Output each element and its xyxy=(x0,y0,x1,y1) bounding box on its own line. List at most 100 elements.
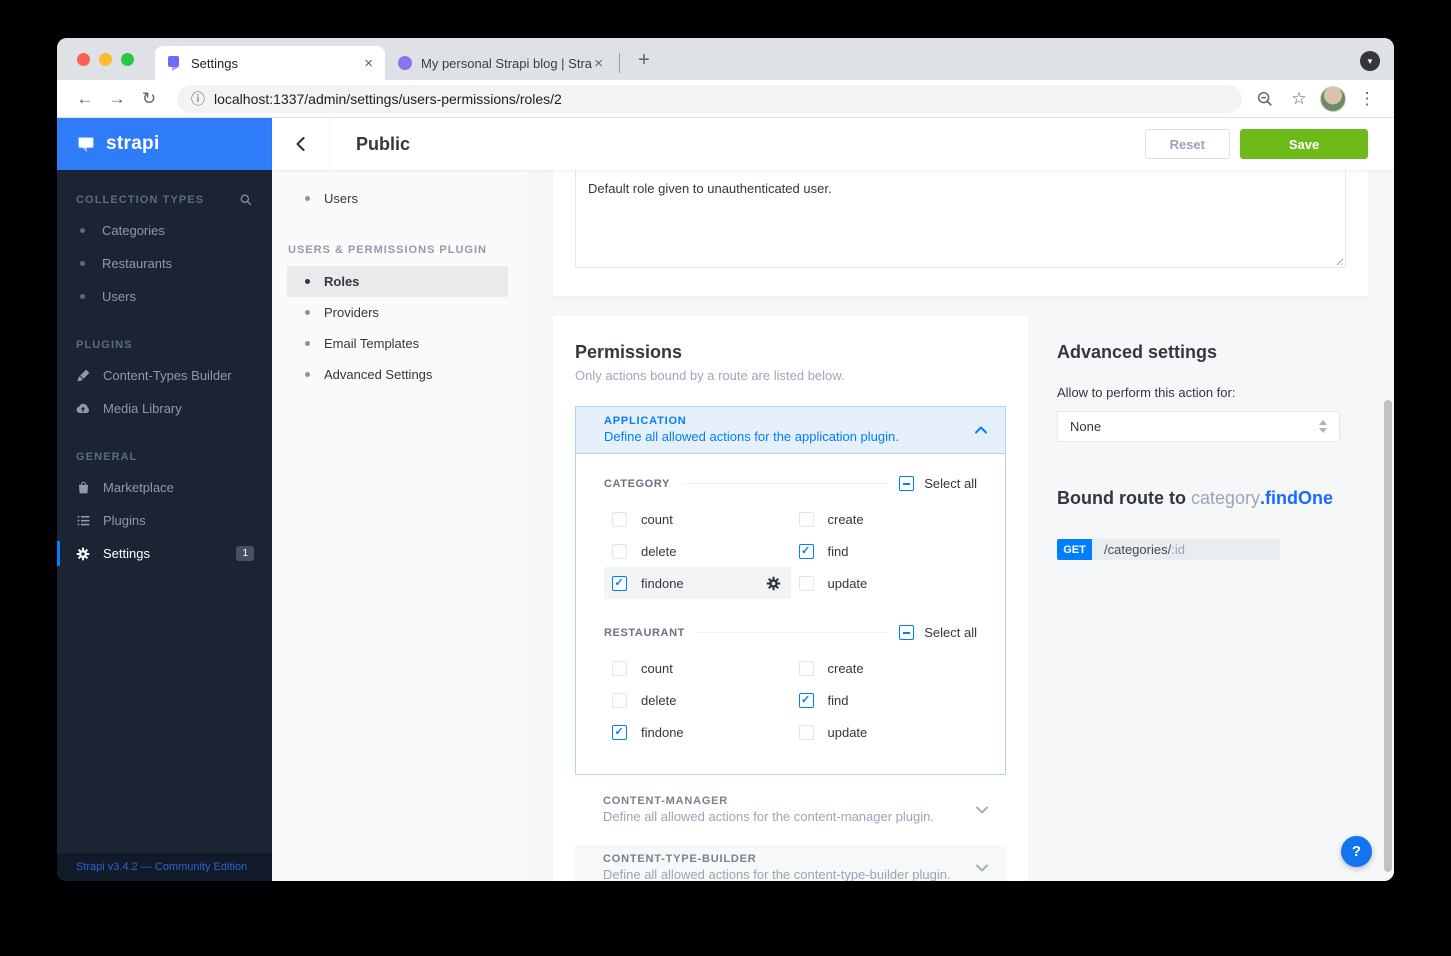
select-all-checkbox[interactable] xyxy=(899,476,915,491)
permission-cell-create[interactable]: create xyxy=(791,503,978,535)
tab-settings[interactable]: Settings × xyxy=(155,46,385,80)
back-button[interactable] xyxy=(272,118,330,170)
checkbox[interactable] xyxy=(612,511,627,527)
permission-cell-find[interactable]: find xyxy=(791,535,978,567)
sidebar-item-settings[interactable]: Settings 1 xyxy=(57,537,272,570)
accordion-description: Define all allowed actions for the conte… xyxy=(603,809,934,824)
save-button[interactable]: Save xyxy=(1240,129,1368,159)
subnav-item-advanced-settings[interactable]: Advanced Settings xyxy=(272,359,527,390)
tab-strip: Settings × My personal Strapi blog | Str… xyxy=(57,38,1394,80)
settings-badge: 1 xyxy=(236,546,254,561)
strapi-favicon-icon xyxy=(167,55,183,71)
strapi-logo[interactable]: strapi xyxy=(57,118,272,170)
sidebar-item-categories[interactable]: Categories xyxy=(57,214,272,247)
permissions-title: Permissions xyxy=(575,342,683,362)
tab-separator xyxy=(619,53,620,73)
sidebar-item-marketplace[interactable]: Marketplace xyxy=(57,471,272,504)
strapi-version[interactable]: Strapi v3.4.2 — Community Edition xyxy=(57,853,272,881)
tab-title: Settings xyxy=(191,55,238,71)
tab-search-button[interactable]: ▾ xyxy=(1360,51,1380,71)
checkbox[interactable] xyxy=(612,724,627,740)
subnav-item-providers[interactable]: Providers xyxy=(272,297,527,328)
checkbox[interactable] xyxy=(612,692,627,708)
checkbox[interactable] xyxy=(798,543,814,559)
tab-blog[interactable]: My personal Strapi blog | Strap × xyxy=(385,46,615,80)
permission-settings-gear-icon[interactable] xyxy=(766,576,781,591)
role-description-textarea[interactable]: Default role given to unauthenticated us… xyxy=(575,170,1346,268)
permission-cell-count[interactable]: count xyxy=(604,652,791,684)
reset-button[interactable]: Reset xyxy=(1144,129,1230,159)
window-controls[interactable] xyxy=(77,53,134,66)
minimize-window-button[interactable] xyxy=(99,53,112,66)
sidebar-item-users[interactable]: Users xyxy=(57,280,272,313)
tab-close-icon[interactable]: × xyxy=(362,55,375,72)
permission-cell-create[interactable]: create xyxy=(791,652,978,684)
subnav-item-email-templates[interactable]: Email Templates xyxy=(272,328,527,359)
site-info-icon[interactable]: ⓘ xyxy=(191,89,205,109)
accordion-name: APPLICATION xyxy=(604,415,687,427)
page-title: Public xyxy=(356,133,411,154)
permission-cell-find[interactable]: find xyxy=(791,684,978,716)
bound-route-controller: category xyxy=(1190,488,1261,508)
section-plugins: PLUGINS xyxy=(76,339,133,351)
checkbox[interactable] xyxy=(798,575,814,591)
checkbox[interactable] xyxy=(612,575,627,591)
policy-select[interactable]: None xyxy=(1057,411,1340,442)
forward-icon[interactable]: → xyxy=(103,89,131,109)
tab-close-icon[interactable]: × xyxy=(592,55,605,72)
maximize-window-button[interactable] xyxy=(121,53,134,66)
help-button[interactable]: ? xyxy=(1341,836,1372,867)
accordion-content-manager[interactable]: CONTENT-MANAGER Define all allowed actio… xyxy=(575,787,1006,833)
back-icon[interactable]: ← xyxy=(71,89,99,109)
subnav-item-users[interactable]: Users xyxy=(272,183,527,214)
bookmark-star-icon[interactable]: ☆ xyxy=(1286,89,1312,109)
profile-avatar[interactable] xyxy=(1320,85,1346,112)
sidebar-item-content-types-builder[interactable]: Content-Types Builder xyxy=(57,359,272,392)
new-tab-button[interactable]: + xyxy=(632,49,656,72)
permission-cell-count[interactable]: count xyxy=(604,503,791,535)
logo-text: strapi xyxy=(106,133,160,154)
browser-menu-icon[interactable]: ⋮ xyxy=(1354,89,1380,109)
search-icon[interactable] xyxy=(240,194,252,206)
select-all-restaurant[interactable]: Select all xyxy=(899,625,977,640)
list-icon xyxy=(76,514,90,527)
blog-favicon-icon xyxy=(397,55,413,71)
checkbox[interactable] xyxy=(798,660,814,676)
sidebar-item-restaurants[interactable]: Restaurants xyxy=(57,247,272,280)
http-method-badge: GET xyxy=(1057,539,1092,560)
select-all-category[interactable]: Select all xyxy=(899,476,977,491)
url-bar[interactable]: ⓘ localhost:1337/admin/settings/users-pe… xyxy=(177,84,1242,113)
cloud-upload-icon xyxy=(76,402,90,415)
scrollbar-thumb[interactable] xyxy=(1384,400,1392,872)
divider xyxy=(696,632,888,633)
url-text[interactable]: localhost:1337/admin/settings/users-perm… xyxy=(214,91,562,107)
checkbox[interactable] xyxy=(798,511,814,527)
chevron-left-icon xyxy=(296,137,305,151)
accordion-content-type-builder[interactable]: CONTENT-TYPE-BUILDER Define all allowed … xyxy=(575,845,1006,881)
permission-cell-delete[interactable]: delete xyxy=(604,684,791,716)
permission-cell-update[interactable]: update xyxy=(791,716,978,748)
select-stepper-icon[interactable] xyxy=(1319,420,1327,433)
advanced-settings-title: Advanced settings xyxy=(1057,342,1218,362)
select-all-checkbox[interactable] xyxy=(899,625,915,640)
sidebar-item-plugins[interactable]: Plugins xyxy=(57,504,272,537)
permission-cell-findone[interactable]: findone xyxy=(604,567,791,599)
checkbox[interactable] xyxy=(612,660,627,676)
reload-icon[interactable]: ↻ xyxy=(135,89,163,109)
checkbox[interactable] xyxy=(612,543,627,559)
bound-route-action: .findOne xyxy=(1260,488,1334,508)
permission-cell-findone[interactable]: findone xyxy=(604,716,791,748)
checkbox[interactable] xyxy=(798,724,814,740)
close-window-button[interactable] xyxy=(77,53,90,66)
subnav-item-roles[interactable]: Roles xyxy=(287,266,508,297)
permission-cell-update[interactable]: update xyxy=(791,567,978,599)
main-content: Default role given to unauthenticated us… xyxy=(527,170,1394,881)
sidebar-item-media-library[interactable]: Media Library xyxy=(57,392,272,425)
zoom-out-icon[interactable] xyxy=(1256,90,1282,108)
group-name: CATEGORY xyxy=(604,477,670,490)
permission-cell-delete[interactable]: delete xyxy=(604,535,791,567)
checkbox[interactable] xyxy=(798,692,814,708)
route-display: GET /categories/:id xyxy=(1057,539,1280,560)
bullet-icon xyxy=(305,310,310,315)
accordion-application-header[interactable]: APPLICATION Define all allowed actions f… xyxy=(575,406,1006,454)
